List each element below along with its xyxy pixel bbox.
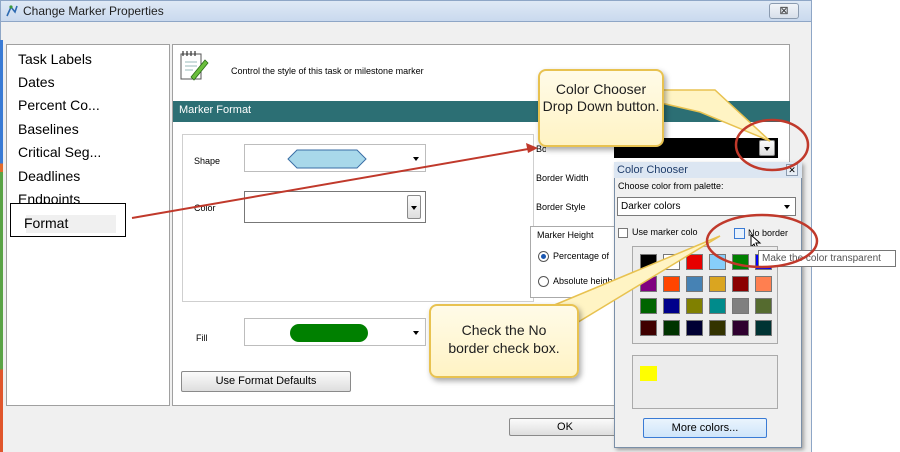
no-border-highlight-circle <box>705 213 819 269</box>
annotation-overlay <box>131 89 819 328</box>
dropdown-callout: Color Chooser Drop Down button. <box>538 69 664 147</box>
dropdown-callout-text: Color Chooser Drop Down button. <box>542 81 660 114</box>
no-border-callout: Check the No border check box. <box>429 304 579 378</box>
format-to-color-arrow <box>131 147 535 219</box>
arrowhead-icon <box>526 143 538 153</box>
dropdown-highlight-circle <box>734 118 810 172</box>
no-border-callout-text: Check the No border check box. <box>448 322 560 356</box>
